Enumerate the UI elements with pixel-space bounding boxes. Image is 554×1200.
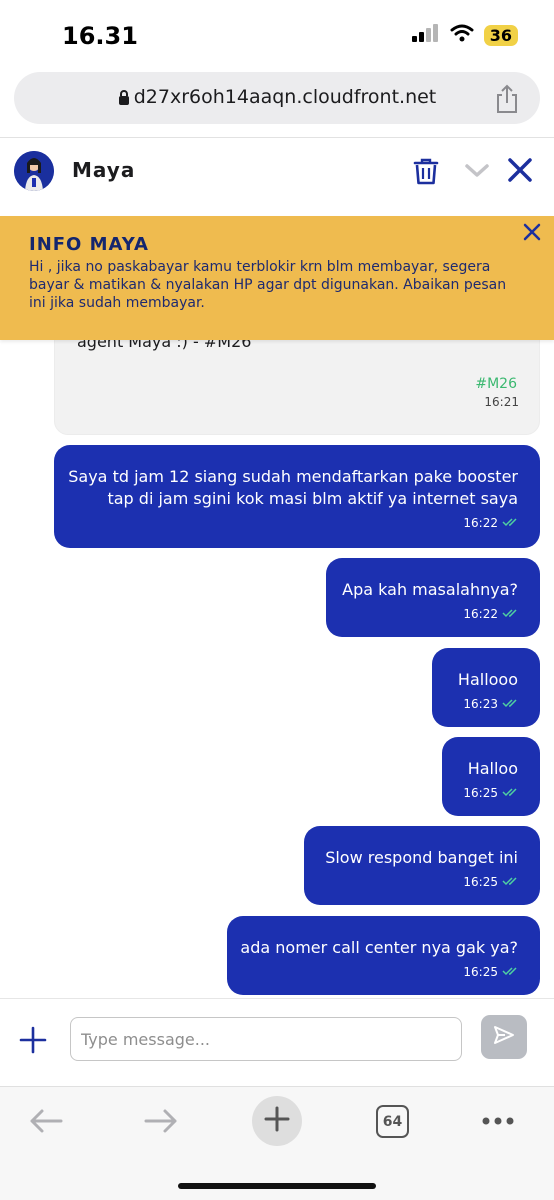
outgoing-message: Hallooo 16:23 [432,648,540,727]
tabs-count-button[interactable]: 64 [376,1105,409,1138]
outgoing-message: Halloo 16:25 [442,737,540,816]
message-composer [0,998,554,1086]
double-check-icon [502,516,520,530]
chevron-down-icon[interactable] [464,160,490,184]
info-title: INFO MAYA [29,234,149,255]
attach-plus-icon[interactable] [18,1025,48,1059]
message-time: 16:25 [463,875,498,889]
double-check-icon [502,875,520,889]
message-meta: 16:22 [463,516,520,530]
status-time: 16.31 [62,22,138,50]
message-time: 16:22 [463,607,498,621]
message-input[interactable] [70,1017,462,1061]
info-banner: INFO MAYA Hi , jika no paskabayar kamu t… [0,216,554,340]
close-icon[interactable] [506,156,534,188]
message-text-line: tap di jam sgini kok masi blm aktif ya i… [107,489,518,508]
message-meta: 16:22 [463,607,520,621]
double-check-icon [502,697,520,711]
close-icon[interactable] [522,222,542,246]
message-time: 16:23 [463,697,498,711]
message-time: 16:21 [484,395,519,409]
lock-icon [118,88,130,110]
message-meta: 16:25 [463,875,520,889]
outgoing-message: Saya td jam 12 siang sudah mendaftarkan … [54,445,540,548]
battery-indicator: 36 [483,24,518,46]
status-icons: 36 [411,24,518,46]
cellular-signal-icon [411,24,440,46]
avatar [14,151,54,191]
message-text: Apa kah masalahnya? [342,580,518,599]
chat-title: Maya [72,158,136,182]
chat-header: Maya [0,138,554,218]
status-bar: 16.31 36 [0,0,554,70]
message-text: ada nomer call center nya gak ya? [240,938,518,957]
double-check-icon [502,965,520,979]
message-time: 16:25 [463,965,498,979]
browser-toolbar: 64 [0,1086,554,1200]
outgoing-message: ada nomer call center nya gak ya? 16:25 [227,916,540,995]
more-dots-icon[interactable] [480,1107,516,1139]
message-text: Halloo [467,759,518,778]
send-icon [493,1025,515,1049]
info-text: Hi , jika no paskabayar kamu terblokir k… [29,259,507,311]
message-meta: 16:23 [463,697,520,711]
screen: 16.31 36 d27xr6oh14aaqn.cloudfront.net M… [0,0,554,1200]
send-button[interactable] [481,1015,527,1059]
outgoing-message: Apa kah masalahnya? 16:22 [326,558,540,637]
double-check-icon [502,607,520,621]
address-bar[interactable]: d27xr6oh14aaqn.cloudfront.net [14,72,540,124]
message-meta: 16:25 [463,786,520,800]
url-text: d27xr6oh14aaqn.cloudfront.net [133,86,437,108]
message-tag: #M26 [475,376,517,392]
trash-icon[interactable] [412,156,440,190]
share-icon[interactable] [494,84,520,118]
double-check-icon [502,786,520,800]
message-text-line: Saya td jam 12 siang sudah mendaftarkan … [68,467,518,486]
plus-icon [264,1106,290,1136]
home-indicator [178,1183,376,1189]
url-display[interactable]: d27xr6oh14aaqn.cloudfront.net [14,86,540,110]
message-text: Hallooo [457,670,518,689]
outgoing-message: Slow respond banget ini 16:25 [304,826,540,905]
wifi-icon [450,24,474,46]
message-meta: 16:25 [463,965,520,979]
message-time: 16:25 [463,786,498,800]
back-arrow-icon[interactable] [28,1107,64,1139]
message-text: Slow respond banget ini [325,848,518,867]
forward-arrow-icon[interactable] [143,1107,179,1139]
new-tab-button[interactable] [252,1096,302,1146]
message-time: 16:22 [463,516,498,530]
